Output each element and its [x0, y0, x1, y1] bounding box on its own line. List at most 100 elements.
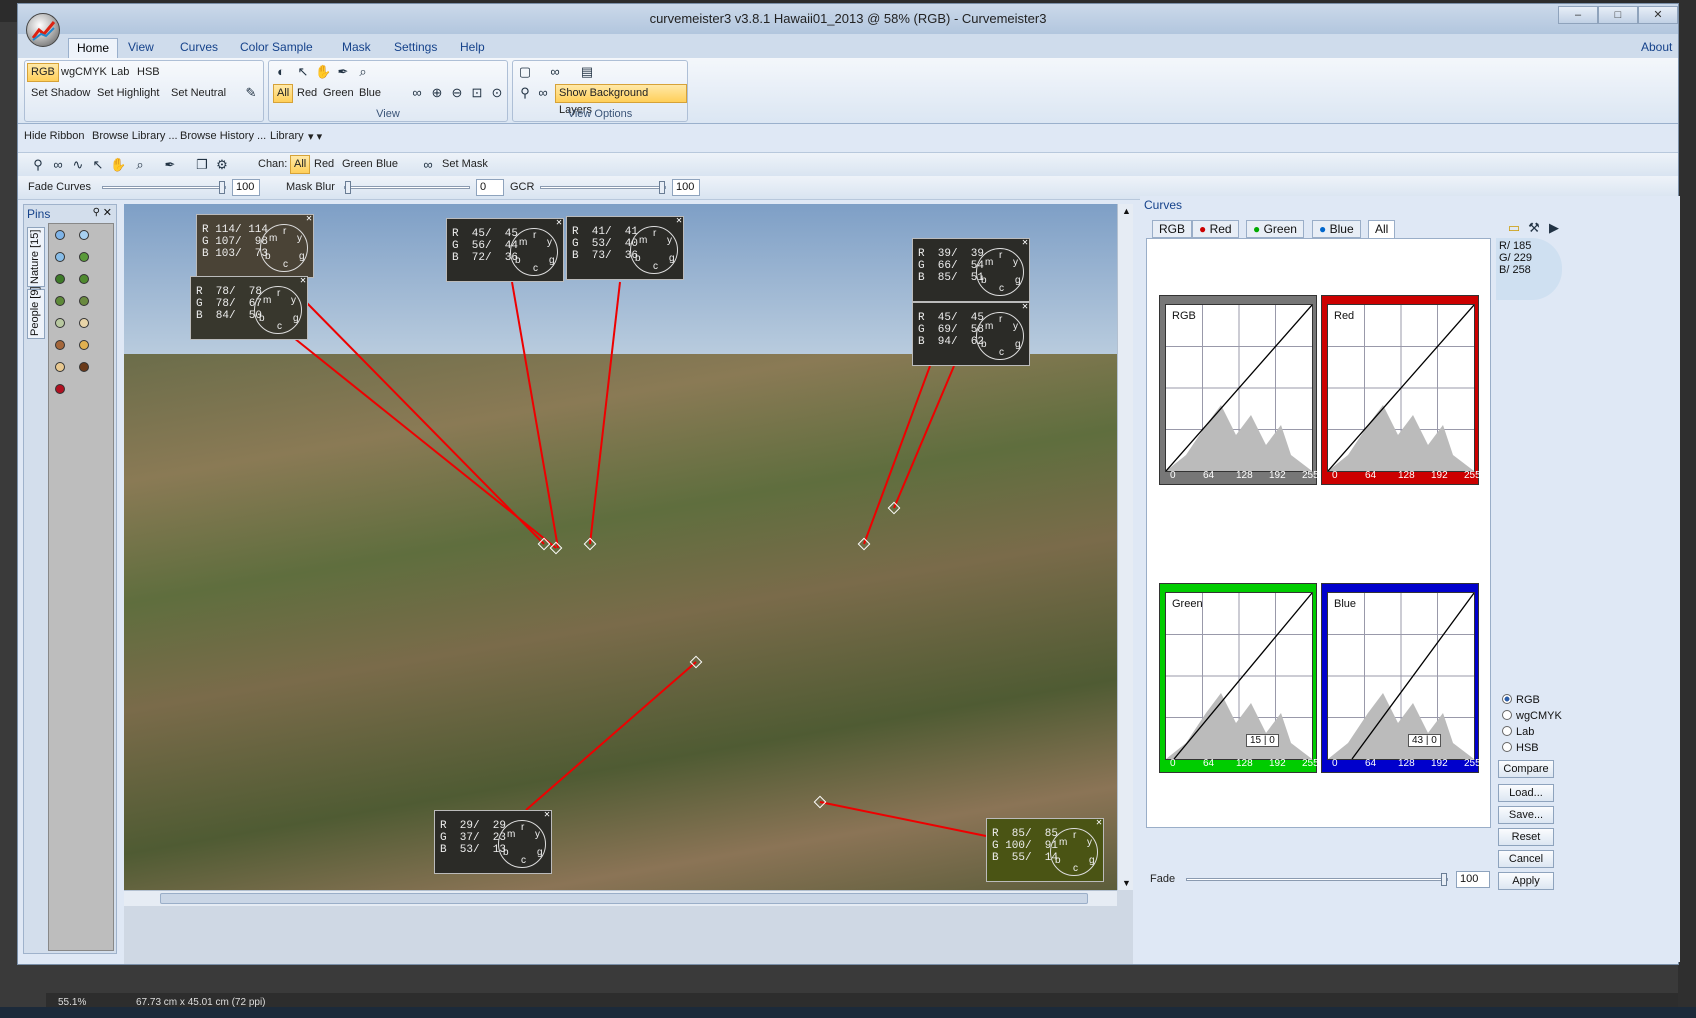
- channel-blue-button[interactable]: Blue: [355, 84, 385, 103]
- mask-blur-value[interactable]: 0: [476, 179, 504, 196]
- pointer-icon[interactable]: ↖: [295, 64, 311, 80]
- curve-tool-icon[interactable]: ∿: [70, 157, 86, 173]
- curve-graph-green[interactable]: Green 0 64 128 192 255 15 | 0: [1159, 583, 1319, 773]
- pin-item[interactable]: [79, 362, 89, 372]
- mode-rgb-button[interactable]: RGB: [27, 63, 59, 82]
- pins-tab-people[interactable]: People [9]: [27, 286, 45, 339]
- color-sample-4[interactable]: ✕ R 41/ 41 G 53/ 40 B 73/ 36 m r y b c g: [566, 216, 684, 280]
- channel-red-button[interactable]: Red: [293, 84, 321, 103]
- color-sample-5[interactable]: ✕ R 39/ 39 G 66/ 54 B 85/ 51 m r y b c g: [912, 238, 1030, 302]
- color-sample-8[interactable]: ✕ R 85/ 85 G 100/ 91 B 55/ 14 m r y b c g: [986, 818, 1104, 882]
- pin-item[interactable]: [55, 230, 65, 240]
- tab-color-sample[interactable]: Color Sample: [232, 38, 321, 58]
- curve-graph-rgb[interactable]: RGB 0 64 128 192 255: [1159, 295, 1319, 485]
- curve-graph-blue[interactable]: Blue 0 64 128 192 255 43 | 0: [1321, 583, 1481, 773]
- set-neutral-button[interactable]: Set Neutral: [167, 84, 230, 103]
- pin-tool-icon[interactable]: ⚲: [517, 85, 533, 101]
- zoom-tool-icon[interactable]: ⌕: [132, 157, 148, 173]
- curve-point-input[interactable]: 43 | 0: [1408, 734, 1441, 747]
- canyon-photo[interactable]: ✕ R 114/ 114 G 107/ 98 B 103/ 73 m r y b c g ✕ R 7…: [124, 204, 1117, 890]
- curve-plot[interactable]: Blue: [1327, 592, 1475, 760]
- reset-button[interactable]: Reset: [1498, 828, 1554, 846]
- curves-tab-all[interactable]: All: [1368, 220, 1396, 238]
- play-icon[interactable]: ▶: [1546, 220, 1562, 236]
- sample-close-icon[interactable]: ✕: [300, 275, 306, 287]
- radio-lab[interactable]: Lab: [1502, 726, 1534, 738]
- horizontal-scrollbar[interactable]: [124, 890, 1117, 906]
- image-canvas[interactable]: ✕ R 114/ 114 G 107/ 98 B 103/ 73 m r y b c g ✕ R 7…: [124, 204, 1133, 964]
- set-mask-dropdown[interactable]: Set Mask: [442, 158, 488, 170]
- pin-item[interactable]: [79, 252, 89, 262]
- pin-item[interactable]: [55, 252, 65, 262]
- radio-wgcmyk[interactable]: wgCMYK: [1502, 710, 1562, 722]
- color-sample-3[interactable]: ✕ R 45/ 45 G 56/ 44 B 72/ 36 m r y b c g: [446, 218, 564, 282]
- dropper-icon[interactable]: ✒: [335, 64, 351, 80]
- library-dropdown[interactable]: Library: [270, 130, 304, 142]
- sample-close-icon[interactable]: ✕: [676, 215, 682, 227]
- pin-item[interactable]: [79, 230, 89, 240]
- curve-point-input[interactable]: 15 | 0: [1246, 734, 1279, 747]
- show-background-layers-button[interactable]: Show Background Layers: [555, 84, 687, 116]
- fade-value[interactable]: 100: [1456, 871, 1490, 888]
- set-highlight-button[interactable]: Set Highlight: [93, 84, 163, 103]
- mode-hsb-button[interactable]: HSB: [133, 63, 164, 82]
- histogram-icon[interactable]: ▤: [579, 64, 595, 80]
- radio-hsb[interactable]: HSB: [1502, 742, 1539, 754]
- scroll-up-icon[interactable]: ▲: [1122, 206, 1131, 216]
- mask-blur-slider[interactable]: [344, 181, 470, 194]
- mask-icon[interactable]: ∞: [409, 85, 425, 101]
- wrench-settings-icon[interactable]: ⚒: [1526, 220, 1542, 236]
- compare-button[interactable]: Compare: [1498, 760, 1554, 778]
- zoom-icon[interactable]: ⌕: [355, 64, 371, 80]
- about-link[interactable]: About: [1633, 38, 1680, 58]
- curves-icon[interactable]: ◐: [273, 64, 289, 80]
- save-button[interactable]: Save...: [1498, 806, 1554, 824]
- horizontal-scroll-thumb[interactable]: [160, 893, 1088, 904]
- sample-close-icon[interactable]: ✕: [306, 213, 312, 225]
- color-sample-1[interactable]: ✕ R 114/ 114 G 107/ 98 B 103/ 73 m r y b c g: [196, 214, 314, 278]
- glasses-icon[interactable]: ∞: [547, 64, 563, 80]
- chan-red-button[interactable]: Red: [310, 155, 338, 174]
- mode-wgcmyk-button[interactable]: wgCMYK: [57, 63, 111, 82]
- gcr-slider[interactable]: [540, 181, 666, 194]
- tab-help[interactable]: Help: [452, 38, 493, 58]
- pins-tab-nature[interactable]: Nature [15]: [27, 227, 45, 287]
- pin-icon[interactable]: ⚲: [30, 157, 46, 173]
- pin-item[interactable]: [55, 274, 65, 284]
- zoom-fit-icon[interactable]: ⊡: [469, 85, 485, 101]
- fade-curves-value[interactable]: 100: [232, 179, 260, 196]
- color-sample-7[interactable]: ✕ R 29/ 29 G 37/ 23 B 53/ 13 m r y b c g: [434, 810, 552, 874]
- tab-home[interactable]: Home: [68, 38, 119, 58]
- pin-panel-icon[interactable]: ⚲: [93, 207, 100, 218]
- wrench-icon[interactable]: ⚙: [214, 157, 230, 173]
- browse-library-link[interactable]: Browse Library ...: [92, 130, 178, 142]
- folder-icon[interactable]: ▭: [1506, 220, 1522, 236]
- pin-item[interactable]: [55, 296, 65, 306]
- sample-close-icon[interactable]: ✕: [1022, 301, 1028, 313]
- tab-mask[interactable]: Mask: [334, 38, 379, 58]
- color-sample-2[interactable]: ✕ R 78/ 78 G 78/ 67 B 84/ 50 m r y b c g: [190, 276, 308, 340]
- curves-tab-red[interactable]: ● Red: [1192, 220, 1239, 238]
- pin-item[interactable]: [55, 340, 65, 350]
- gcr-thumb[interactable]: [659, 181, 665, 194]
- fade-curves-slider[interactable]: [102, 181, 226, 194]
- fade-slider-thumb[interactable]: [1441, 873, 1447, 886]
- mask-tool-icon[interactable]: ∞: [50, 157, 66, 173]
- close-button[interactable]: ✕: [1638, 6, 1678, 24]
- load-button[interactable]: Load...: [1498, 784, 1554, 802]
- radio-rgb[interactable]: RGB: [1502, 694, 1540, 706]
- copy-icon[interactable]: ❐: [194, 157, 210, 173]
- fade-curves-thumb[interactable]: [219, 181, 225, 194]
- pin-item[interactable]: [55, 362, 65, 372]
- tab-view[interactable]: View: [120, 38, 162, 58]
- pin-item[interactable]: [79, 274, 89, 284]
- sample-close-icon[interactable]: ✕: [544, 809, 550, 821]
- vertical-scrollbar[interactable]: ▲ ▼: [1117, 204, 1133, 890]
- sample-close-icon[interactable]: ✕: [1022, 237, 1028, 249]
- chan-all-button[interactable]: All: [290, 155, 311, 174]
- mask-view-icon[interactable]: ∞: [535, 85, 551, 101]
- zoom-out-icon[interactable]: ⊖: [449, 85, 465, 101]
- zoom-actual-icon[interactable]: ⊙: [489, 85, 505, 101]
- curves-tab-green[interactable]: ● Green: [1246, 220, 1304, 238]
- app-menu-orb[interactable]: [26, 13, 60, 47]
